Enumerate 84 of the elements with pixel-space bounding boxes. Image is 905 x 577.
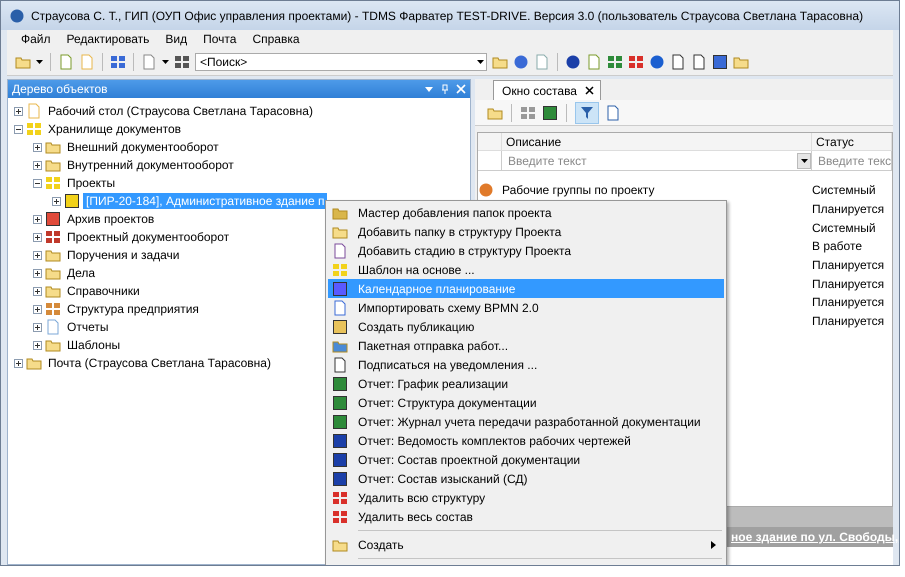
caret-icon bbox=[36, 60, 43, 64]
tree-item[interactable]: Проекты bbox=[64, 175, 118, 191]
menu-item[interactable]: Отчет: График реализации bbox=[328, 374, 724, 393]
window-title: Страусова С. Т., ГИП (ОУП Офис управления проектами) - TDMS Фарватер TEST-DRIVE. Версия 3.0 (пользователь Страусова Светлана Тарасовна) bbox=[31, 8, 864, 22]
menu-item[interactable]: Отчет: Состав проектной документации bbox=[328, 450, 724, 469]
menu-item[interactable]: Справка bbox=[244, 32, 308, 46]
close-icon[interactable] bbox=[584, 86, 594, 95]
tree-item[interactable]: Внутренний документооборот bbox=[64, 157, 237, 173]
caret-icon bbox=[477, 60, 484, 64]
search-combo[interactable]: <Поиск> bbox=[195, 52, 487, 70]
tree-item[interactable]: Структура предприятия bbox=[64, 301, 202, 317]
expand-toggle[interactable] bbox=[33, 304, 42, 314]
expand-toggle[interactable] bbox=[33, 160, 42, 170]
menu-item[interactable]: Добавить стадию в структуру Проекта bbox=[328, 241, 724, 260]
menu-item[interactable]: Отчет: Состав изысканий (СД) bbox=[328, 469, 724, 488]
menu-item[interactable]: Отчет: Журнал учета передачи разработанной документации bbox=[328, 412, 724, 431]
tree-item[interactable]: Архив проектов bbox=[64, 211, 158, 227]
tree-item[interactable]: Шаблоны bbox=[64, 337, 124, 353]
expand-toggle[interactable] bbox=[33, 232, 42, 242]
table-cell: Планируется bbox=[812, 314, 884, 328]
menu-item[interactable]: Подписаться на уведомления ... bbox=[328, 355, 724, 374]
expand-toggle[interactable] bbox=[33, 340, 42, 350]
menu-item[interactable]: Шаблон на основе ... bbox=[328, 260, 724, 279]
table-cell: Планируется bbox=[812, 295, 884, 310]
expand-toggle[interactable] bbox=[33, 322, 42, 332]
submenu-arrow-icon bbox=[711, 540, 716, 548]
menu-item[interactable]: Пакетная отправка работ... bbox=[328, 336, 724, 355]
expand-toggle[interactable] bbox=[33, 250, 42, 260]
expand-toggle[interactable] bbox=[52, 196, 61, 206]
menu-item[interactable]: Отчет: Структура документации bbox=[328, 393, 724, 412]
column-header[interactable]: Описание bbox=[502, 133, 812, 151]
tree-item[interactable]: Почта (Страусова Светлана Тарасовна) bbox=[45, 355, 274, 371]
caret-icon bbox=[162, 60, 169, 64]
menu-item[interactable]: Файл bbox=[13, 32, 59, 46]
menu-item[interactable]: Вид bbox=[157, 32, 196, 46]
menu-item[interactable]: Удалить всю структуру bbox=[328, 488, 724, 507]
caret-icon bbox=[800, 158, 808, 162]
list-button[interactable] bbox=[110, 54, 126, 70]
tree-item[interactable]: Поручения и задачи bbox=[64, 247, 183, 263]
table-cell: Планируется bbox=[812, 258, 884, 272]
menu-item[interactable]: Мастер добавления папок проекта bbox=[328, 203, 724, 222]
collapse-toggle[interactable] bbox=[14, 124, 23, 134]
menu-item[interactable]: Импортировать схему BPMN 2.0 bbox=[328, 298, 724, 317]
table-cell: Планируется bbox=[812, 202, 884, 216]
tree-item[interactable]: Справочники bbox=[64, 283, 143, 299]
expand-toggle[interactable] bbox=[14, 106, 23, 116]
filter-field[interactable]: Введите текс bbox=[812, 151, 892, 171]
document-button[interactable] bbox=[58, 54, 74, 70]
table-cell: Рабочие группы по проекту bbox=[502, 183, 654, 198]
menu-item[interactable]: Добавить папку в структуру Проекта bbox=[328, 222, 724, 241]
dropdown-button[interactable] bbox=[797, 152, 811, 168]
panel-title: Дерево объектов bbox=[12, 82, 108, 96]
collapse-toggle[interactable] bbox=[33, 178, 42, 188]
tree-item[interactable]: Хранилище документов bbox=[45, 121, 184, 137]
app-icon bbox=[9, 8, 25, 24]
filter-field[interactable]: Введите текст bbox=[502, 151, 812, 171]
filter-icon bbox=[580, 106, 594, 120]
list-icon bbox=[110, 54, 126, 70]
pin-icon[interactable] bbox=[440, 84, 450, 94]
table-cell: Планируется bbox=[812, 276, 884, 291]
expand-toggle[interactable] bbox=[33, 214, 42, 224]
filter-button[interactable] bbox=[575, 102, 599, 124]
menu-item[interactable]: Удалить весь состав bbox=[328, 507, 724, 526]
expand-toggle[interactable] bbox=[33, 286, 42, 296]
menu-item[interactable]: Почта bbox=[195, 32, 244, 46]
tree-item[interactable]: Проектный документооборот bbox=[64, 229, 232, 245]
column-header[interactable]: Статус bbox=[812, 133, 892, 151]
expand-toggle[interactable] bbox=[14, 358, 23, 368]
tree-item[interactable]: Дела bbox=[64, 265, 98, 281]
menu-item[interactable]: Создать bbox=[328, 535, 724, 554]
expand-toggle[interactable] bbox=[33, 142, 42, 152]
table-cell: В работе bbox=[812, 239, 862, 254]
tree-item[interactable]: Отчеты bbox=[64, 319, 112, 335]
tab[interactable]: Окно состава bbox=[493, 80, 601, 100]
menu-item[interactable]: Отчет: Ведомость комплектов рабочих чертежей bbox=[328, 431, 724, 450]
tree-item[interactable]: Внешний документооборот bbox=[64, 139, 222, 155]
table-cell: Системный bbox=[812, 220, 876, 235]
menu-item[interactable]: Редактировать bbox=[58, 32, 158, 46]
document-icon bbox=[58, 54, 74, 70]
tree-item[interactable]: Рабочий стол (Страусова Светлана Тарасовна) bbox=[45, 103, 316, 119]
dropdown-icon[interactable] bbox=[424, 84, 434, 94]
table-cell: Системный bbox=[812, 183, 876, 198]
expand-toggle[interactable] bbox=[33, 268, 42, 278]
menu-item[interactable]: Создать публикацию bbox=[328, 317, 724, 336]
